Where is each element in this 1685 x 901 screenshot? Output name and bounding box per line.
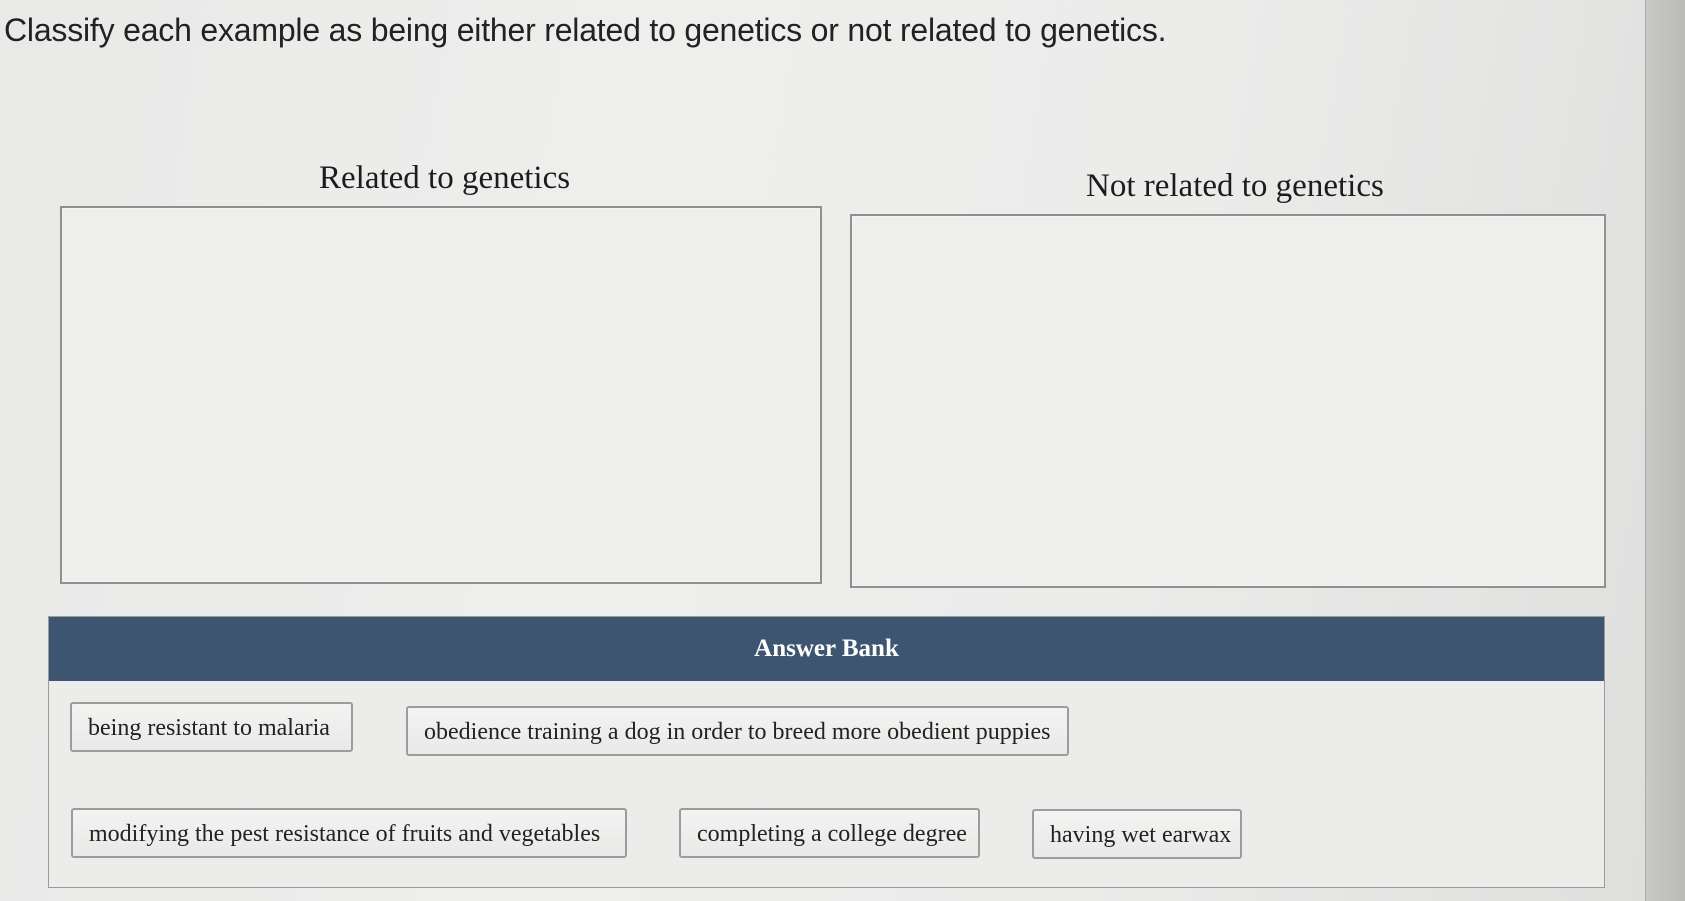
answer-chip-resistant-to-malaria[interactable]: being resistant to malaria — [70, 702, 353, 752]
dropzone-not-related-to-genetics[interactable] — [850, 214, 1606, 588]
side-panel-edge — [1645, 0, 1685, 901]
category-title-related: Related to genetics — [319, 160, 571, 196]
question-prompt: Classify each example as being either re… — [4, 12, 1167, 48]
answer-chip-wet-earwax[interactable]: having wet earwax — [1032, 809, 1242, 859]
answer-chip-modifying-pest-resistance[interactable]: modifying the pest resistance of fruits … — [71, 808, 627, 858]
category-title-not-related: Not related to genetics — [1086, 168, 1384, 204]
answer-chip-obedience-training-dog[interactable]: obedience training a dog in order to bre… — [406, 706, 1069, 756]
dropzone-related-to-genetics[interactable] — [60, 206, 822, 584]
answer-chip-college-degree[interactable]: completing a college degree — [679, 808, 980, 858]
answer-bank-title: Answer Bank — [49, 617, 1604, 681]
answer-bank: Answer Bank being resistant to malaria o… — [48, 616, 1605, 888]
